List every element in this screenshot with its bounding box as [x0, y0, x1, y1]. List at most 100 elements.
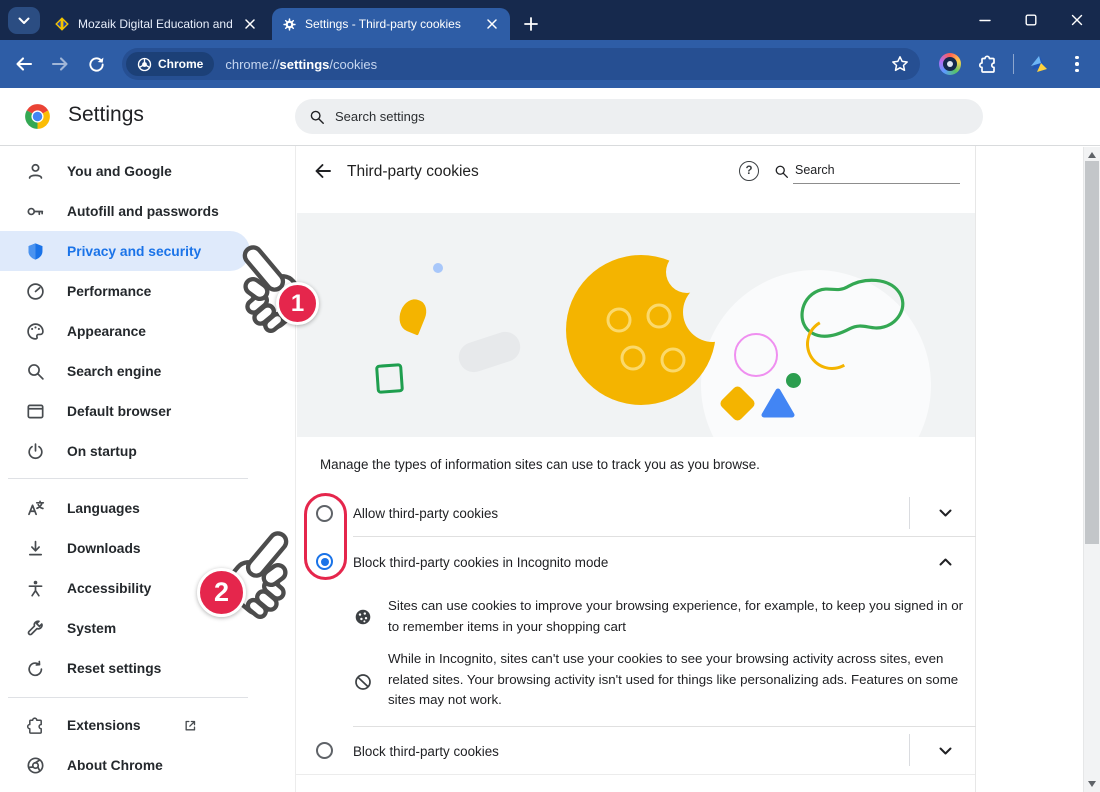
address-bar[interactable]: Chrome chrome://settings/cookies [122, 48, 920, 80]
chevron-down-icon[interactable] [937, 507, 953, 519]
chevron-up-icon[interactable] [937, 556, 953, 568]
option-label: Block third-party cookies [353, 744, 499, 759]
tab-settings[interactable]: Settings - Third-party cookies [272, 8, 510, 40]
sidebar-item-label: Privacy and security [67, 244, 201, 259]
external-link-icon [183, 718, 198, 733]
option-block-third-party[interactable]: Block third-party cookies [297, 727, 976, 774]
sidebar-item-label: System [67, 621, 116, 636]
tab-mozaik[interactable]: Mozaik Digital Education and Le [44, 8, 268, 40]
shield-icon [26, 242, 45, 261]
radio-checked[interactable] [316, 553, 333, 570]
settings-search[interactable] [295, 99, 983, 134]
detail-cookies-benefit: Sites can use cookies to improve your br… [388, 595, 976, 637]
sidebar-item-label: Languages [67, 501, 140, 516]
url-text: chrome://settings/cookies [225, 57, 377, 72]
reset-icon [26, 659, 45, 678]
translate-icon [26, 499, 45, 518]
radio-unchecked[interactable] [316, 742, 333, 759]
back-icon[interactable] [12, 52, 36, 76]
radio-unchecked[interactable] [316, 505, 333, 522]
menu-kebab-icon[interactable] [1070, 53, 1084, 75]
option-block-incognito[interactable]: Block third-party cookies in Incognito m… [297, 537, 976, 586]
sidebar-item-downloads[interactable]: Downloads [0, 528, 250, 568]
page-title: Settings [68, 103, 144, 127]
blue-triangle-shape [761, 388, 795, 423]
speedometer-icon [26, 282, 45, 301]
reload-icon[interactable] [84, 52, 108, 76]
sidebar-item-appearance[interactable]: Appearance [0, 311, 250, 351]
lens-icon[interactable] [939, 53, 961, 75]
sidebar-item-label: On startup [67, 444, 137, 459]
sidebar-item-privacy-security[interactable]: Privacy and security [0, 231, 250, 271]
accessibility-icon [26, 579, 45, 598]
key-icon [26, 202, 45, 221]
pink-ring-shape [734, 333, 778, 377]
sidebar-item-label: Appearance [67, 324, 146, 339]
scrollbar[interactable] [1083, 147, 1100, 792]
section-search[interactable] [774, 157, 960, 184]
settings-search-input[interactable] [335, 109, 969, 124]
profile-avatar[interactable] [1029, 53, 1051, 75]
sidebar-item-default-browser[interactable]: Default browser [0, 391, 250, 431]
option-label: Allow third-party cookies [353, 506, 498, 521]
window-controls [962, 0, 1100, 40]
wrench-icon [26, 619, 45, 638]
person-icon [26, 162, 45, 181]
search-icon [26, 362, 45, 381]
scrollbar-thumb[interactable] [1085, 161, 1099, 544]
step-badge-2: 2 [197, 568, 246, 617]
sidebar-item-search-engine[interactable]: Search engine [0, 351, 250, 391]
puzzle-icon [26, 716, 45, 735]
sidebar-item-label: Extensions [67, 718, 141, 733]
blue-dot-shape [433, 263, 443, 273]
cookie-illustration [297, 213, 975, 437]
chrome-chip[interactable]: Chrome [126, 52, 214, 76]
help-icon[interactable]: ? [739, 161, 759, 181]
maximize-button[interactable] [1008, 0, 1054, 40]
sidebar-item-languages[interactable]: Languages [0, 488, 250, 528]
sidebar-item-reset-settings[interactable]: Reset settings [0, 648, 250, 688]
bookmark-star-icon[interactable] [890, 54, 910, 74]
sidebar-item-label: Default browser [67, 404, 171, 419]
sidebar-item-you-and-google[interactable]: You and Google [0, 151, 250, 191]
step-badge-1: 1 [276, 282, 319, 325]
row-divider [909, 734, 910, 766]
sidebar-divider [8, 697, 248, 698]
option-allow-third-party[interactable]: Allow third-party cookies [297, 490, 976, 536]
back-arrow-icon[interactable] [312, 160, 334, 182]
green-dot-shape [786, 373, 801, 388]
forward-icon[interactable] [48, 52, 72, 76]
sidebar-item-label: Reset settings [67, 661, 161, 676]
gray-pill-shape [455, 328, 524, 376]
power-icon [26, 442, 45, 461]
chevron-down-icon[interactable] [937, 745, 953, 757]
close-button[interactable] [1054, 0, 1100, 40]
blocked-icon [354, 673, 372, 691]
tab-title: Settings - Third-party cookies [305, 17, 476, 31]
cookie-icon [354, 608, 372, 626]
minimize-button[interactable] [962, 0, 1008, 40]
intro-text: Manage the types of information sites ca… [320, 457, 760, 472]
new-tab-button[interactable] [520, 13, 542, 35]
mozaik-favicon [54, 16, 70, 32]
tab-close-icon[interactable] [484, 16, 500, 32]
section-search-input[interactable] [795, 163, 960, 177]
scroll-down-arrow[interactable] [1088, 781, 1096, 787]
sidebar-item-label: Autofill and passwords [67, 204, 219, 219]
chrome-icon [26, 756, 45, 775]
window-titlebar: Mozaik Digital Education and Le [0, 0, 1100, 40]
sidebar-item-on-startup[interactable]: On startup [0, 431, 250, 471]
row-divider [909, 497, 910, 529]
tab-close-icon[interactable] [242, 16, 258, 32]
cookie-shape [561, 250, 721, 415]
chrome-logo [24, 103, 51, 130]
sidebar-item-about-chrome[interactable]: About Chrome [0, 745, 250, 785]
tab-search-button[interactable] [8, 7, 40, 34]
sidebar-item-performance[interactable]: Performance [0, 271, 250, 311]
extensions-icon[interactable] [976, 52, 1000, 76]
sidebar-item-extensions[interactable]: Extensions [0, 705, 250, 745]
sidebar-item-label: Search engine [67, 364, 161, 379]
sidebar-item-autofill[interactable]: Autofill and passwords [0, 191, 250, 231]
yellow-blob-shape [395, 296, 431, 336]
scroll-up-arrow[interactable] [1088, 152, 1096, 158]
